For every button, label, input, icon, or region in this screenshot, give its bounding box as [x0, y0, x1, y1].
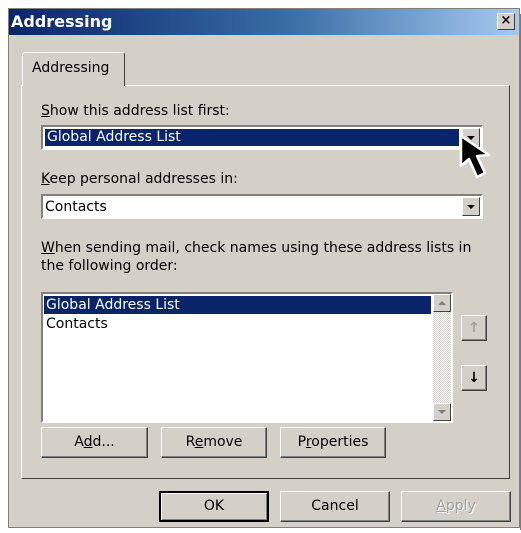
window-title: Addressing — [11, 12, 113, 31]
check-names-label-line2: the following order: — [41, 258, 178, 274]
list-item[interactable]: Contacts — [44, 315, 108, 333]
keep-personal-label: Keep personal addresses in: — [41, 171, 238, 187]
cancel-button[interactable]: Cancel — [280, 491, 390, 522]
show-first-label: Show this address list first: — [41, 103, 230, 119]
check-names-label-line1: When sending mail, check names using the… — [41, 240, 472, 256]
move-down-button[interactable]: ↓ — [461, 365, 487, 391]
arrow-down-icon: ↓ — [468, 370, 480, 386]
arrow-up-icon: ↑ — [468, 320, 480, 336]
scroll-down-icon[interactable] — [433, 403, 451, 421]
add-button[interactable]: Add... — [41, 427, 148, 458]
show-first-dropdown[interactable]: Global Address List — [41, 125, 483, 150]
scroll-up-icon[interactable] — [433, 294, 451, 312]
address-list-order[interactable]: Global Address List Contacts — [41, 292, 453, 423]
addressing-dialog: Addressing × Addressing Show this addres… — [8, 8, 520, 528]
tab-addressing[interactable]: Addressing — [22, 52, 125, 86]
list-item[interactable]: Global Address List — [44, 296, 431, 314]
keep-personal-value: Contacts — [45, 199, 107, 215]
show-first-value: Global Address List — [44, 128, 460, 147]
close-button[interactable]: × — [497, 13, 515, 30]
vertical-scrollbar[interactable] — [433, 294, 451, 421]
move-up-button[interactable]: ↑ — [461, 315, 487, 341]
close-icon: × — [500, 13, 512, 28]
keep-personal-dropdown[interactable]: Contacts — [41, 194, 483, 219]
title-bar[interactable]: Addressing × — [9, 9, 519, 35]
chevron-down-icon[interactable] — [462, 197, 480, 216]
apply-button[interactable]: Apply — [401, 491, 511, 522]
properties-button[interactable]: Properties — [280, 427, 386, 458]
mouse-pointer-icon — [459, 134, 491, 179]
tab-label: Addressing — [32, 60, 110, 76]
remove-button[interactable]: Remove — [161, 427, 267, 458]
ok-button[interactable]: OK — [159, 491, 269, 522]
